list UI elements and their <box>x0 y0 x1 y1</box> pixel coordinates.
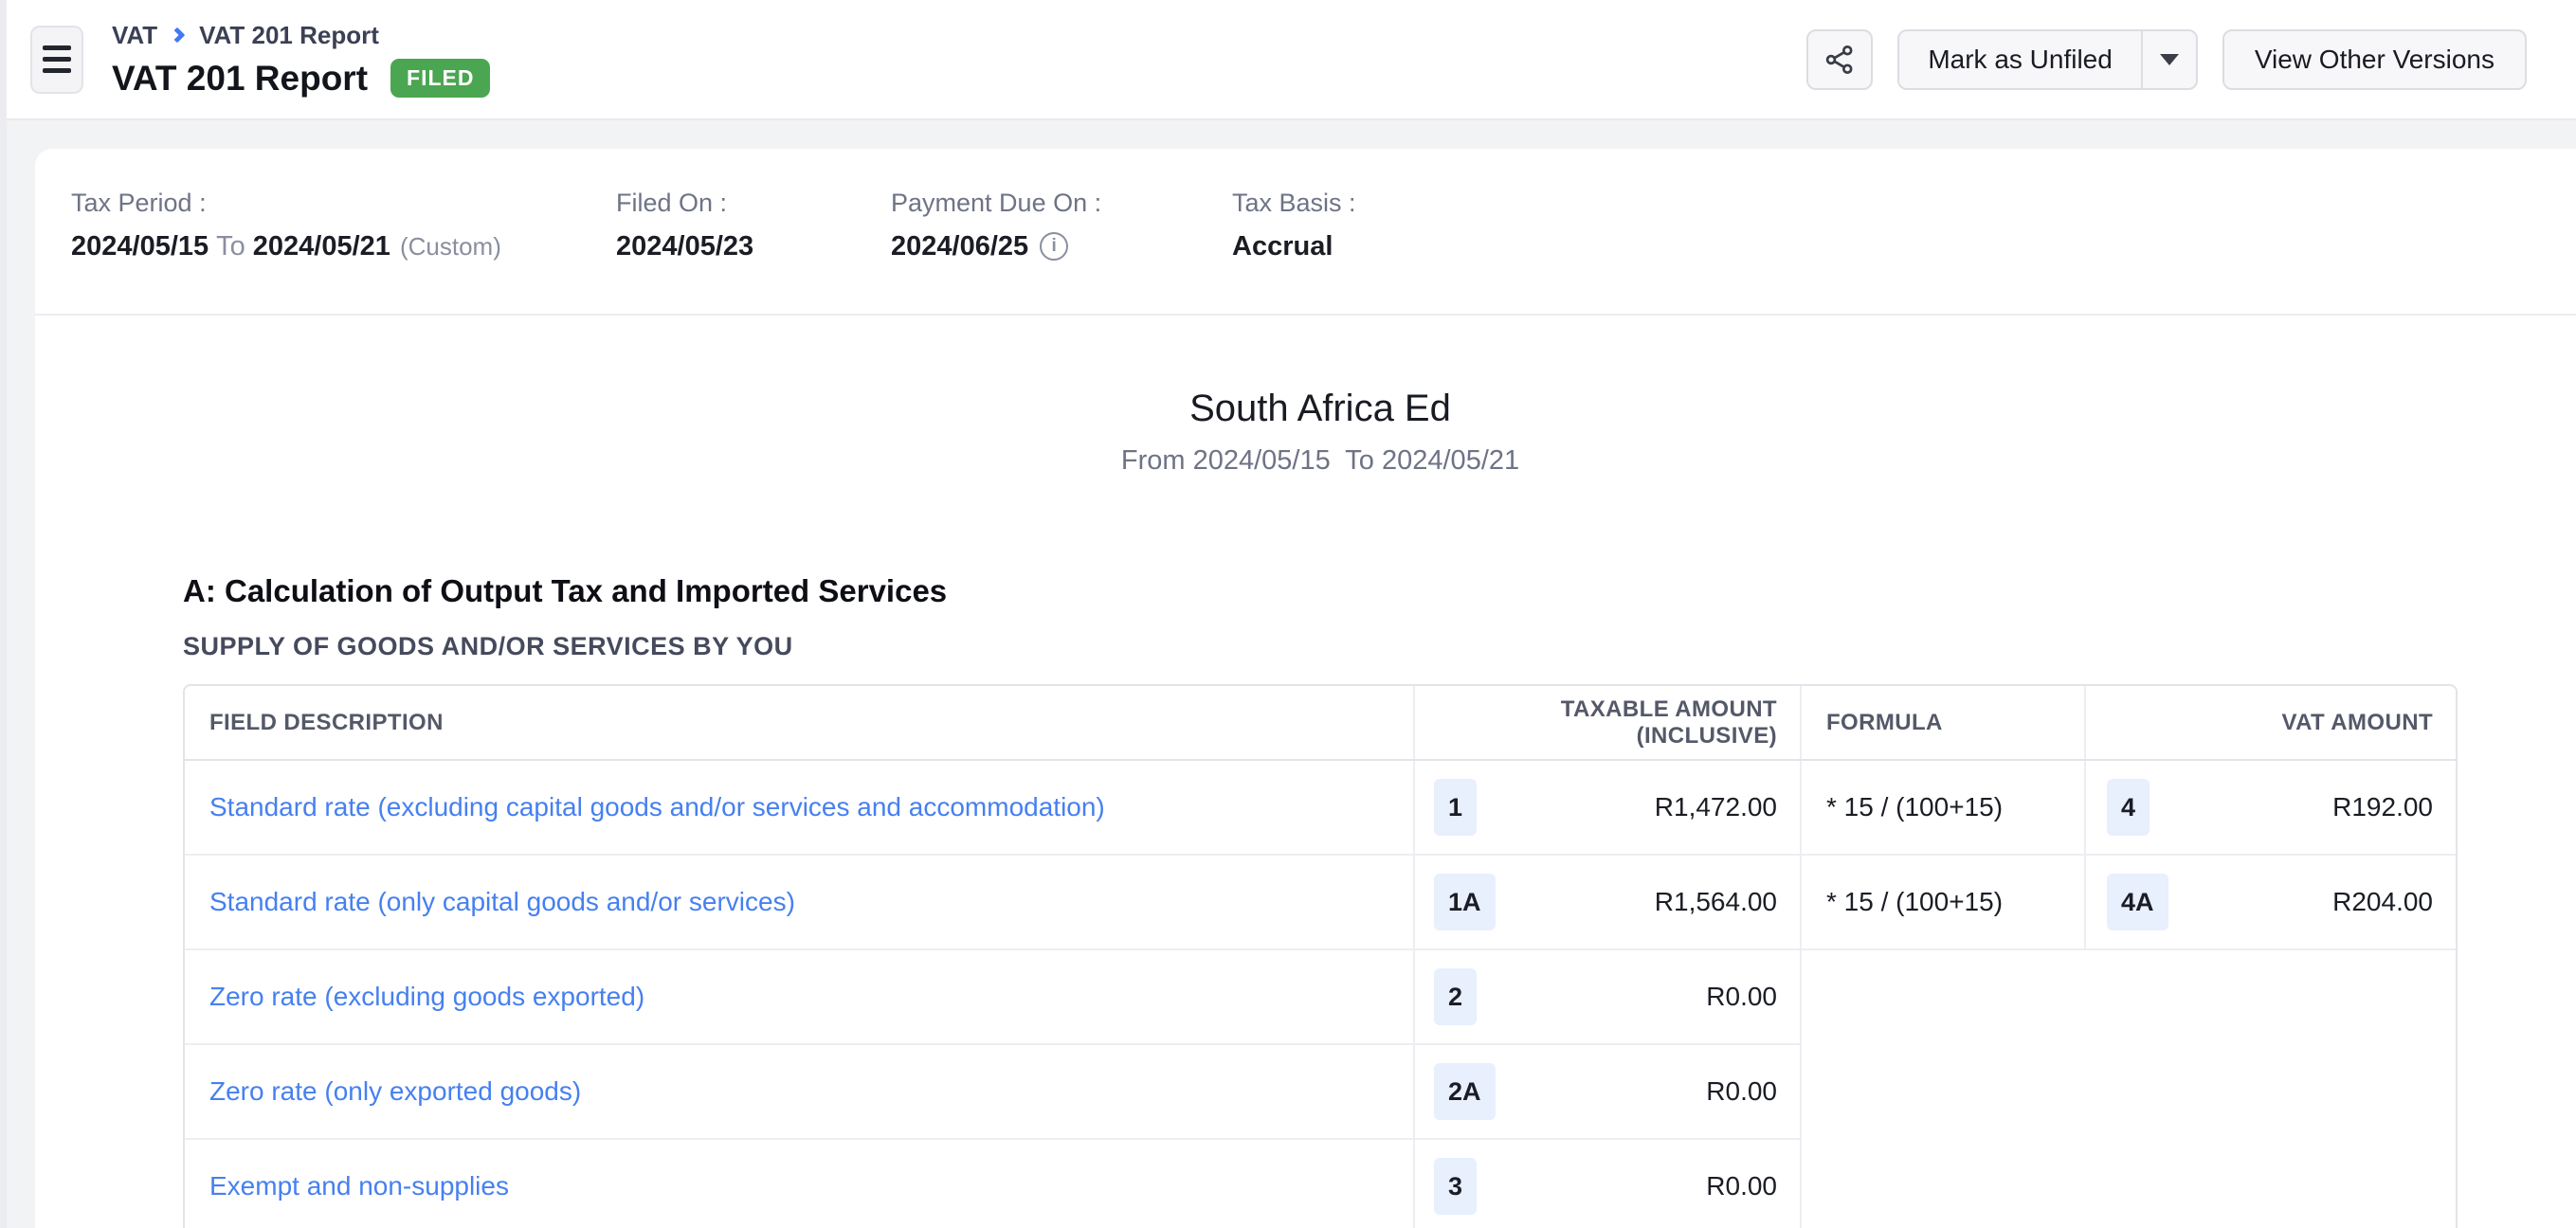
share-nodes-icon <box>1823 43 1857 77</box>
mark-as-unfiled-dropdown-toggle[interactable] <box>2141 31 2196 88</box>
taxable-amount-value: R0.00 <box>1706 1171 1777 1201</box>
tax-period-value: 2024/05/15 To 2024/05/21 (Custom) <box>71 230 616 262</box>
tax-basis-label: Tax Basis : <box>1232 189 1356 217</box>
field-code-badge: 1A <box>1434 874 1496 930</box>
vat-amount-value: R192.00 <box>2332 792 2433 822</box>
taxable-amount-value: R1,472.00 <box>1655 792 1777 822</box>
hamburger-menu-button[interactable] <box>30 26 83 94</box>
vat-amount-value: R204.00 <box>2332 887 2433 917</box>
top-header: VAT VAT 201 Report VAT 201 Report FILED <box>0 0 2576 120</box>
chevron-right-icon <box>170 27 186 44</box>
taxable-amount-cell: 3 R0.00 <box>1414 1139 1801 1228</box>
col-header-taxable-amount: TAXABLE AMOUNT (INCLUSIVE) <box>1414 686 1801 760</box>
report-body: South Africa Ed From 2024/05/15 To 2024/… <box>183 388 2458 1228</box>
info-divider <box>35 314 2576 316</box>
subsection-heading: SUPPLY OF GOODS AND/OR SERVICES BY YOU <box>183 632 2458 661</box>
field-description-link[interactable]: Zero rate (excluding goods exported) <box>209 982 644 1011</box>
tax-period-label: Tax Period : <box>71 189 616 217</box>
taxable-amount-cell: 1 R1,472.00 <box>1414 760 1801 855</box>
field-code-badge: 3 <box>1434 1158 1477 1215</box>
vat-code-badge: 4A <box>2107 874 2168 930</box>
status-badge: FILED <box>390 59 490 98</box>
filed-on-label: Filed On : <box>616 189 891 217</box>
field-description-link[interactable]: Standard rate (only capital goods and/or… <box>209 887 795 916</box>
field-description-cell: Zero rate (only exported goods) <box>185 1044 1414 1139</box>
share-button[interactable] <box>1806 29 1873 90</box>
payment-due-field: Payment Due On : 2024/06/25 <box>891 189 1232 262</box>
field-description-cell: Exempt and non-supplies <box>185 1139 1414 1228</box>
field-description-link[interactable]: Standard rate (excluding capital goods a… <box>209 792 1105 822</box>
filed-on-value: 2024/05/23 <box>616 230 891 262</box>
breadcrumb: VAT VAT 201 Report <box>112 21 490 50</box>
view-other-versions-button[interactable]: View Other Versions <box>2222 29 2527 90</box>
field-description-cell: Zero rate (excluding goods exported) <box>185 949 1414 1044</box>
field-code-badge: 2A <box>1434 1063 1496 1120</box>
left-edge-strip <box>0 0 7 1228</box>
page-title: VAT 201 Report <box>112 59 368 99</box>
taxable-amount-cell: 2A R0.00 <box>1414 1044 1801 1139</box>
section-heading: A: Calculation of Output Tax and Importe… <box>183 573 2458 609</box>
formula-cell: * 15 / (100+15) <box>1801 760 2085 855</box>
col-header-field-description: FIELD DESCRIPTION <box>185 686 1414 760</box>
formula-cell: * 15 / (100+15) <box>1801 855 2085 949</box>
title-row: VAT 201 Report FILED <box>112 59 490 99</box>
tax-basis-value: Accrual <box>1232 230 1356 262</box>
mark-as-unfiled-split-button: Mark as Unfiled <box>1897 29 2198 90</box>
table-row: Standard rate (excluding capital goods a… <box>185 760 2456 855</box>
report-period: From 2024/05/15 To 2024/05/21 <box>183 445 2458 477</box>
report-head: South Africa Ed From 2024/05/15 To 2024/… <box>183 388 2458 477</box>
field-description-link[interactable]: Zero rate (only exported goods) <box>209 1076 581 1106</box>
vat-table: FIELD DESCRIPTION TAXABLE AMOUNT (INCLUS… <box>183 684 2458 1228</box>
table-header-row: FIELD DESCRIPTION TAXABLE AMOUNT (INCLUS… <box>185 686 2456 760</box>
mark-as-unfiled-button[interactable]: Mark as Unfiled <box>1899 31 2141 88</box>
table-row: Standard rate (only capital goods and/or… <box>185 855 2456 949</box>
payment-due-value: 2024/06/25 <box>891 230 1232 262</box>
header-actions: Mark as Unfiled View Other Versions <box>1806 29 2527 90</box>
payment-due-label: Payment Due On : <box>891 189 1232 217</box>
col-header-formula: FORMULA <box>1801 686 2085 760</box>
table-row: Zero rate (excluding goods exported) 2 R0.… <box>185 949 2456 1044</box>
taxable-amount-cell: 1A R1,564.00 <box>1414 855 1801 949</box>
vat-amount-cell: 4 R192.00 <box>2085 760 2456 855</box>
custom-period-note: (Custom) <box>400 230 501 262</box>
tax-basis-field: Tax Basis : Accrual <box>1232 189 1356 262</box>
col-header-vat-amount: VAT AMOUNT <box>2085 686 2456 760</box>
tax-period-field: Tax Period : 2024/05/15 To 2024/05/21 (C… <box>71 189 616 262</box>
vat-code-badge: 4 <box>2107 779 2150 836</box>
empty-formula-vat-area <box>1801 949 2456 1228</box>
breadcrumb-root[interactable]: VAT <box>112 21 157 50</box>
breadcrumb-current: VAT 201 Report <box>199 21 379 50</box>
vat-201-report-page: VAT VAT 201 Report VAT 201 Report FILED <box>0 0 2576 1228</box>
vat-table-body: Standard rate (excluding capital goods a… <box>185 760 2456 1228</box>
field-code-badge: 1 <box>1434 779 1477 836</box>
taxable-amount-value: R0.00 <box>1706 982 1777 1012</box>
vat-amount-cell: 4A R204.00 <box>2085 855 2456 949</box>
field-description-link[interactable]: Exempt and non-supplies <box>209 1171 509 1201</box>
field-description-cell: Standard rate (only capital goods and/or… <box>185 855 1414 949</box>
caret-down-icon <box>2160 54 2179 65</box>
filing-info-bar: Tax Period : 2024/05/15 To 2024/05/21 (C… <box>35 149 2576 262</box>
report-card: Tax Period : 2024/05/15 To 2024/05/21 (C… <box>35 149 2576 1228</box>
hamburger-icon <box>43 45 71 50</box>
taxable-amount-value: R0.00 <box>1706 1076 1777 1107</box>
taxable-amount-cell: 2 R0.00 <box>1414 949 1801 1044</box>
field-code-badge: 2 <box>1434 968 1477 1025</box>
header-text-block: VAT VAT 201 Report VAT 201 Report FILED <box>112 21 490 99</box>
header-left: VAT VAT 201 Report VAT 201 Report FILED <box>30 21 490 99</box>
filed-on-field: Filed On : 2024/05/23 <box>616 189 891 262</box>
field-description-cell: Standard rate (excluding capital goods a… <box>185 760 1414 855</box>
taxable-amount-value: R1,564.00 <box>1655 887 1777 917</box>
organization-name: South Africa Ed <box>183 388 2458 430</box>
info-icon[interactable] <box>1040 232 1068 261</box>
